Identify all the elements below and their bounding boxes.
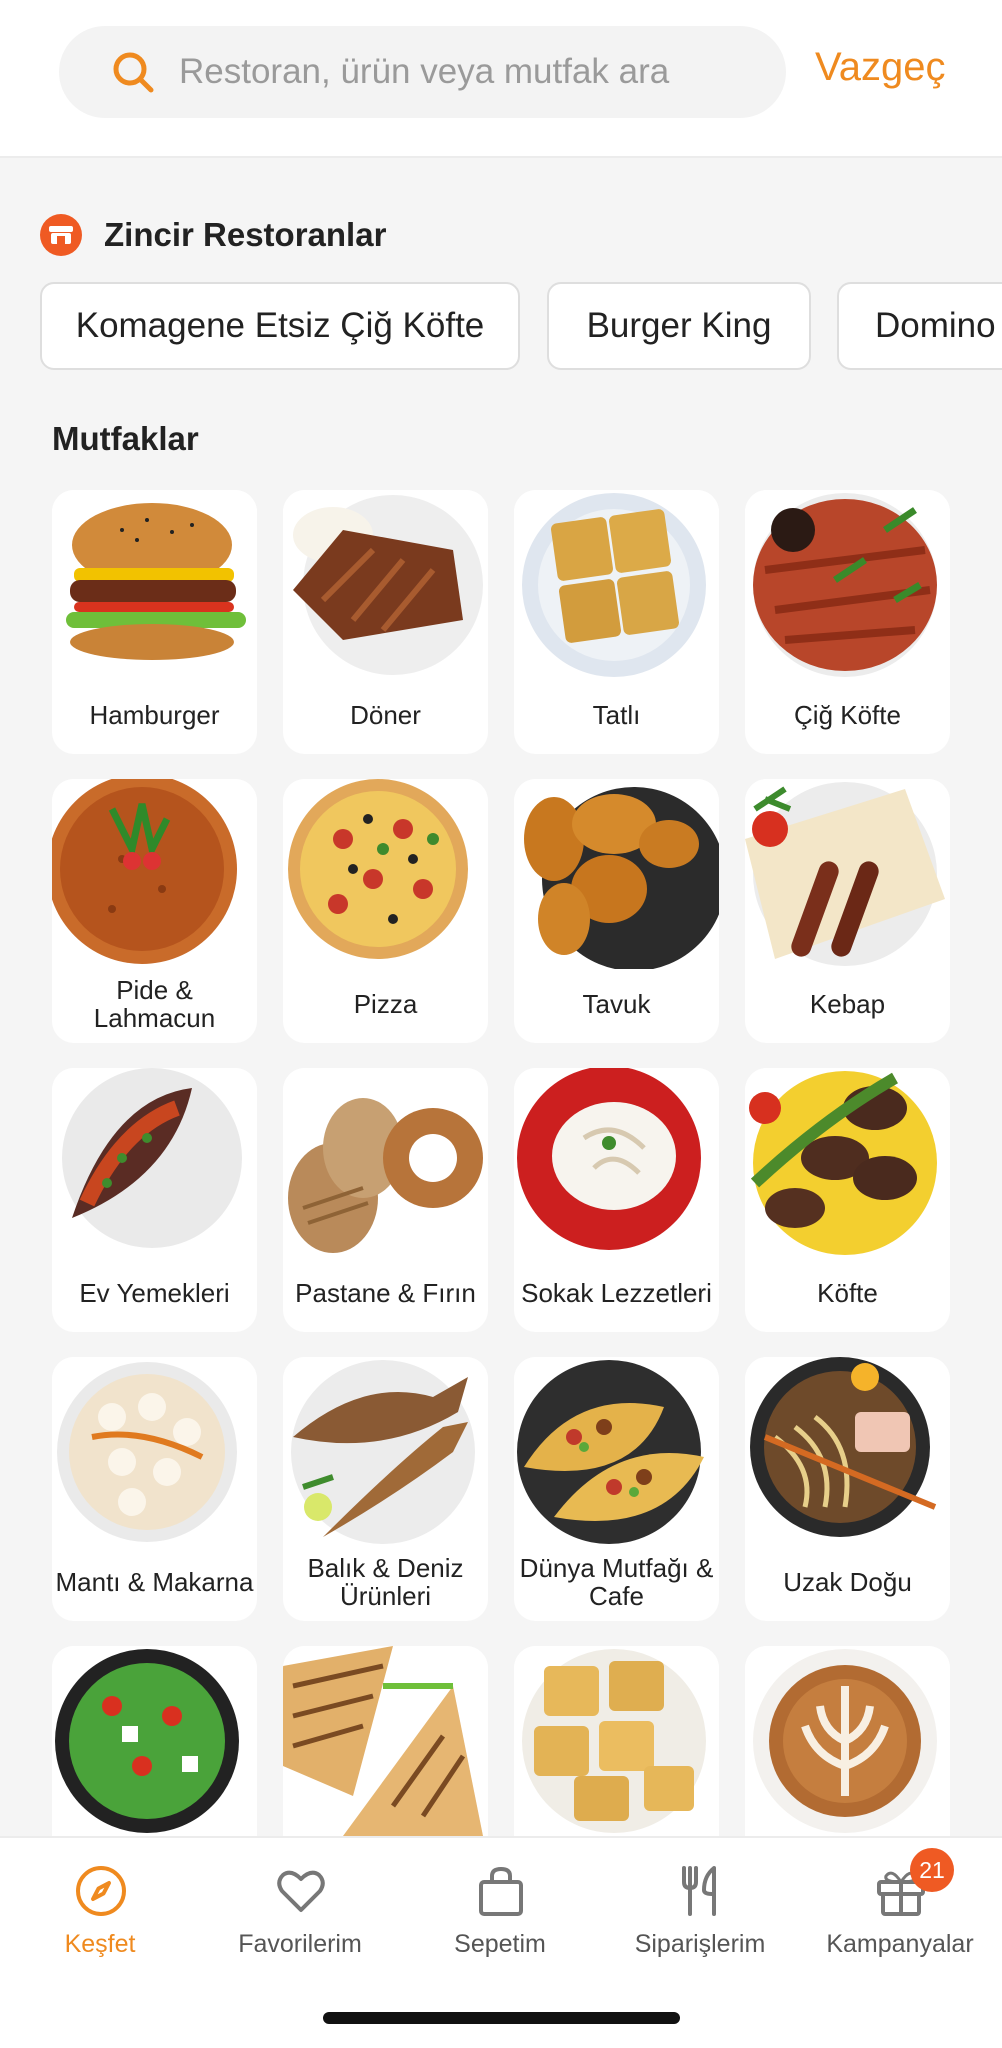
nav-item-kampanyalar[interactable]: 21 Kampanyalar xyxy=(800,1838,1000,1988)
kitchen-card-cig-kofte[interactable]: Çiğ Köfte xyxy=(745,490,950,754)
kitchen-label: Çiğ Köfte xyxy=(794,700,901,730)
doner-image xyxy=(283,490,488,680)
manti-image xyxy=(52,1357,257,1547)
nav-label: Sepetim xyxy=(454,1930,546,1958)
salad-image xyxy=(52,1646,257,1836)
kitchen-card-kebap[interactable]: Kebap xyxy=(745,779,950,1043)
kitchen-grid: Hamburger Döner Tatlı Çiğ Köfte Pide & L… xyxy=(52,490,952,1836)
kitchen-label: Pizza xyxy=(353,989,418,1019)
kitchen-card-uzak-dogu[interactable]: Uzak Doğu xyxy=(745,1357,950,1621)
kitchen-card-pide-lahmacun[interactable]: Pide & Lahmacun xyxy=(52,779,257,1043)
kitchen-label: Mantı & Makarna xyxy=(55,1567,254,1597)
cancel-button[interactable]: Vazgeç xyxy=(815,45,945,90)
section-title-kitchens: Mutfaklar xyxy=(52,420,199,457)
kitchen-card-kofte[interactable]: Köfte xyxy=(745,1068,950,1332)
kitchen-card-coffee[interactable] xyxy=(745,1646,950,1836)
store-icon xyxy=(40,214,82,256)
kebab-image xyxy=(745,779,950,969)
tacos-image xyxy=(514,1357,719,1547)
kitchen-label: Pide & Lahmacun xyxy=(93,975,216,1033)
kitchen-card-doner[interactable]: Döner xyxy=(283,490,488,754)
lahmacun-image xyxy=(52,779,257,969)
fish-image xyxy=(283,1357,488,1547)
kitchen-card-tatli[interactable]: Tatlı xyxy=(514,490,719,754)
kitchen-label: Balık & Deniz Ürünleri xyxy=(307,1553,464,1611)
fork-knife-icon xyxy=(682,1866,716,1916)
section-title-chains: Zincir Restoranlar xyxy=(104,216,387,253)
compass-icon xyxy=(76,1866,126,1916)
search-header: Vazgeç xyxy=(0,0,1002,158)
kitchen-card-manti-makarna[interactable]: Mantı & Makarna xyxy=(52,1357,257,1621)
kitchen-label: Ev Yemekleri xyxy=(79,1278,230,1308)
heart-icon xyxy=(277,1870,325,1912)
kitchen-card-balik[interactable]: Balık & Deniz Ürünleri xyxy=(283,1357,488,1621)
kitchen-label: Tavuk xyxy=(582,989,651,1019)
kitchen-card-borek[interactable] xyxy=(514,1646,719,1836)
nav-item-kesfet[interactable]: Keşfet xyxy=(0,1838,200,1988)
meatball-image xyxy=(745,1068,950,1258)
kitchen-label: Döner xyxy=(350,700,421,730)
kitchen-card-pastane-firin[interactable]: Pastane & Fırın xyxy=(283,1068,488,1332)
kitchen-label: Tatlı xyxy=(592,700,641,730)
noodles-image xyxy=(745,1357,950,1547)
hamburger-image xyxy=(52,490,257,680)
kitchen-label: Köfte xyxy=(817,1278,878,1308)
nav-label: Favorilerim xyxy=(238,1930,362,1958)
kitchen-card-ev-yemekleri[interactable]: Ev Yemekleri xyxy=(52,1068,257,1332)
bakery-image xyxy=(283,1068,488,1258)
search-input[interactable] xyxy=(179,26,759,118)
kitchen-label: Kebap xyxy=(809,989,886,1019)
nav-label: Siparişlerim xyxy=(634,1930,766,1958)
street-food-image xyxy=(514,1068,719,1258)
cig-kofte-image xyxy=(745,490,950,680)
chain-chip[interactable]: Domino xyxy=(837,282,1002,370)
chain-chip[interactable]: Komagene Etsiz Çiğ Köfte xyxy=(40,282,520,370)
kitchen-card-pizza[interactable]: Pizza xyxy=(283,779,488,1043)
bag-icon xyxy=(479,1866,523,1916)
kitchen-card-tavuk[interactable]: Tavuk xyxy=(514,779,719,1043)
nav-label: Keşfet xyxy=(64,1930,136,1958)
notification-badge: 21 xyxy=(910,1848,954,1892)
chain-chip-list[interactable]: Komagene Etsiz Çiğ Köfte Burger King Dom… xyxy=(40,282,1002,372)
kitchen-label: Uzak Doğu xyxy=(783,1567,912,1597)
search-bar[interactable] xyxy=(59,26,786,118)
borek-image xyxy=(514,1646,719,1836)
sandwich-image xyxy=(283,1646,488,1836)
kitchen-card-sandwich[interactable] xyxy=(283,1646,488,1836)
nav-label: Kampanyalar xyxy=(826,1930,974,1958)
dessert-image xyxy=(514,490,719,680)
kitchen-card-hamburger[interactable]: Hamburger xyxy=(52,490,257,754)
kitchen-card-sokak-lezzetleri[interactable]: Sokak Lezzetleri xyxy=(514,1068,719,1332)
home-food-image xyxy=(52,1068,257,1258)
home-indicator xyxy=(323,2012,680,2024)
pizza-image xyxy=(283,779,488,969)
chicken-image xyxy=(514,779,719,969)
chain-chip[interactable]: Burger King xyxy=(547,282,811,370)
kitchen-label: Sokak Lezzetleri xyxy=(521,1278,712,1308)
kitchen-card-salad[interactable] xyxy=(52,1646,257,1836)
chain-title-row: Zincir Restoranlar xyxy=(40,213,386,257)
nav-item-favorilerim[interactable]: Favorilerim xyxy=(200,1838,400,1988)
kitchen-label: Hamburger xyxy=(89,700,220,730)
nav-item-siparislerim[interactable]: Siparişlerim xyxy=(600,1838,800,1988)
kitchen-label: Pastane & Fırın xyxy=(295,1278,476,1308)
search-icon xyxy=(113,52,154,93)
nav-item-sepetim[interactable]: Sepetim xyxy=(400,1838,600,1988)
kitchen-label: Dünya Mutfağı & Cafe xyxy=(519,1553,714,1611)
coffee-image xyxy=(745,1646,950,1836)
kitchen-card-dunya-mutfagi[interactable]: Dünya Mutfağı & Cafe xyxy=(514,1357,719,1621)
